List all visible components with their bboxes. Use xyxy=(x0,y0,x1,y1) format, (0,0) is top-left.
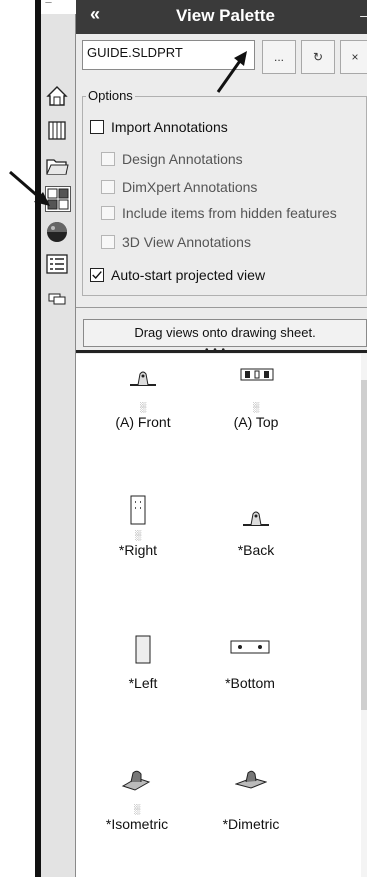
view-label: *Bottom xyxy=(225,675,275,691)
front-view-icon xyxy=(130,371,156,386)
isometric-view-icon xyxy=(121,770,151,791)
hidden-features-checkbox xyxy=(101,206,115,220)
panel-title: View Palette xyxy=(176,6,275,25)
view-label: *Dimetric xyxy=(222,816,280,832)
home-icon xyxy=(46,86,68,106)
close-button[interactable]: × xyxy=(340,40,367,74)
bottom-view-icon xyxy=(230,640,270,654)
annotation-icon: ░ xyxy=(252,402,260,412)
pin-button[interactable]: → xyxy=(356,3,367,26)
options-group-label: Options xyxy=(86,88,135,103)
view-item-front[interactable]: ░ (A) Front xyxy=(93,366,193,430)
annotation-icon: ░ xyxy=(133,804,141,814)
file-selector-value: GUIDE.SLDPRT xyxy=(87,45,183,60)
task-pane-tabs xyxy=(41,14,76,877)
view-item-right[interactable]: ░ *Right xyxy=(88,494,188,558)
3d-view-annotations-checkbox xyxy=(101,235,115,249)
auto-start-projected-view-checkbox[interactable] xyxy=(90,268,104,282)
refresh-button[interactable]: ↻ xyxy=(301,40,335,74)
view-item-top[interactable]: ░ (A) Top xyxy=(206,366,306,430)
collapse-button[interactable]: « xyxy=(90,4,100,25)
view-item-isometric[interactable]: ░ *Isometric xyxy=(87,768,187,832)
import-annotations-checkbox[interactable] xyxy=(90,120,104,134)
dimxpert-annotations-checkbox xyxy=(101,180,115,194)
dimetric-view-icon xyxy=(235,770,267,789)
view-label: *Back xyxy=(237,542,275,558)
left-view-icon xyxy=(135,635,151,664)
top-stub: — xyxy=(41,0,77,15)
design-annotations-checkbox xyxy=(101,152,115,166)
annotation-icon: ░ xyxy=(134,530,142,540)
divider xyxy=(76,307,367,308)
pointer-arrow-icon xyxy=(216,51,247,93)
option-label: Design Annotations xyxy=(122,151,243,167)
view-item-back[interactable]: *Back xyxy=(206,494,306,558)
custom-properties-tab[interactable] xyxy=(45,252,69,276)
top-view-icon xyxy=(240,368,274,381)
view-item-dimetric[interactable]: *Dimetric xyxy=(201,768,301,832)
top-stub-text: — xyxy=(45,0,52,6)
option-label: 3D View Annotations xyxy=(122,234,251,250)
drag-hint-bar: Drag views onto drawing sheet. xyxy=(83,319,367,347)
pointer-arrow-icon xyxy=(9,170,50,206)
option-label: DimXpert Annotations xyxy=(122,179,258,195)
design-library-tab[interactable] xyxy=(45,118,69,142)
view-label: *Left xyxy=(128,675,158,691)
view-label: *Isometric xyxy=(105,816,169,832)
view-item-left[interactable]: *Left xyxy=(93,635,193,691)
annotation-icon: ░ xyxy=(139,402,147,412)
scrollbar-thumb[interactable] xyxy=(361,380,367,710)
back-view-icon xyxy=(243,511,269,526)
custom-properties-icon xyxy=(46,254,68,274)
panel-title-bar: « View Palette → xyxy=(76,0,367,34)
right-view-icon xyxy=(130,495,146,525)
option-label: Import Annotations xyxy=(111,119,228,135)
appearances-icon xyxy=(47,222,67,242)
appearances-tab[interactable] xyxy=(45,220,69,244)
option-label: Auto-start projected view xyxy=(111,267,266,283)
view-label: (A) Top xyxy=(233,414,279,430)
forum-icon xyxy=(48,293,66,305)
view-label: *Right xyxy=(118,542,158,558)
browse-button[interactable]: ... xyxy=(262,40,296,74)
panel-splitter[interactable] xyxy=(76,350,367,353)
checkmark-icon xyxy=(92,271,102,280)
home-tab[interactable] xyxy=(45,84,69,108)
forum-tab[interactable] xyxy=(45,286,69,310)
part-library-icon xyxy=(48,121,66,140)
drag-hint-text: Drag views onto drawing sheet. xyxy=(134,325,316,340)
view-item-bottom[interactable]: *Bottom xyxy=(200,635,300,691)
option-label: Include items from hidden features xyxy=(122,205,337,221)
view-label: (A) Front xyxy=(115,414,171,430)
